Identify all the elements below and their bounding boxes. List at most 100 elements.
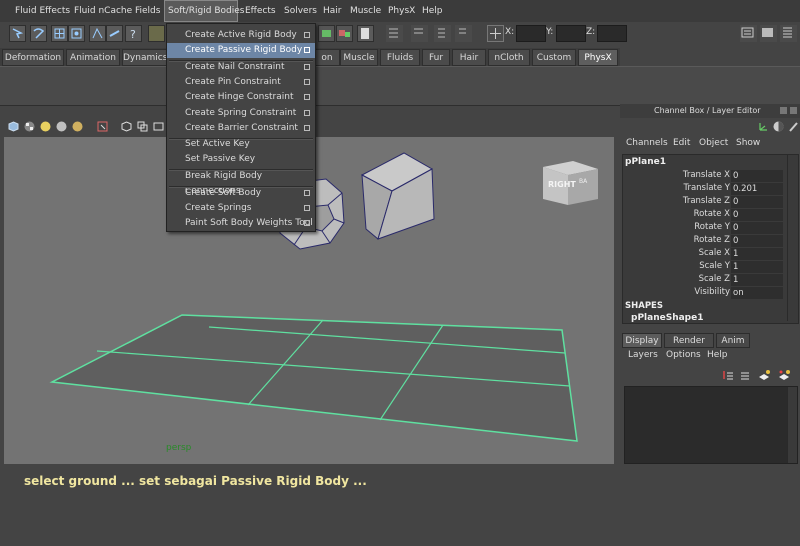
options-menu[interactable]: Options [666, 350, 701, 360]
snap-view-icon[interactable] [106, 25, 123, 42]
attr-rotate-z[interactable]: Rotate Z0 [623, 235, 798, 248]
menu-item-set-passive-key[interactable]: Set Passive Key [167, 152, 315, 167]
menu-item-create-active-rigid-body[interactable]: Create Active Rigid Body [167, 28, 315, 43]
attr-scale-x[interactable]: Scale X1 [623, 248, 798, 261]
ipr-render-icon[interactable] [336, 25, 353, 42]
attr-translate-z[interactable]: Translate Z0 [623, 196, 798, 209]
menu-item-create-soft-body[interactable]: Create Soft Body [167, 186, 315, 201]
attr-rotate-x[interactable]: Rotate X0 [623, 209, 798, 222]
menu-item-create-hinge-constraint[interactable]: Create Hinge Constraint [167, 90, 315, 105]
shelf-tab-animation[interactable]: Animation [66, 49, 120, 66]
attr-translate-y[interactable]: Translate Y 0.201 [623, 183, 798, 196]
new-layer-selected-icon[interactable] [777, 368, 791, 382]
menu-item-create-pin-constraint[interactable]: Create Pin Constraint [167, 75, 315, 90]
menu-item-break-rigid-body-connections[interactable]: Break Rigid Body Connections [167, 169, 315, 196]
lasso-icon[interactable] [30, 25, 47, 42]
menu-fluid-effects[interactable]: Fluid Effects [15, 0, 70, 22]
tab-render[interactable]: Render [664, 333, 714, 348]
input-line-icon[interactable] [386, 25, 403, 42]
tool-settings-icon[interactable] [760, 25, 777, 42]
shaded-sphere-icon[interactable] [55, 120, 68, 133]
shape-name[interactable]: pPlaneShape1 [631, 313, 703, 323]
attr-visibility[interactable]: Visibility on [623, 287, 798, 300]
magnet-icon[interactable] [148, 25, 165, 42]
channels-menu[interactable]: Channels [626, 138, 668, 148]
input-line-icon-2[interactable] [411, 25, 428, 42]
show-menu[interactable]: Show [736, 138, 760, 148]
option-box-icon[interactable] [304, 220, 310, 226]
option-box-icon[interactable] [304, 64, 310, 70]
wireframe-cube-icon[interactable] [7, 120, 20, 133]
backface-icon[interactable] [136, 120, 149, 133]
option-box-icon[interactable] [304, 32, 310, 38]
layers-menu[interactable]: Layers [628, 350, 658, 360]
shelf-tab-fur[interactable]: Fur [422, 49, 450, 66]
shelf-tab-partial[interactable]: on [314, 49, 340, 66]
x-field[interactable] [516, 25, 546, 42]
menu-item-create-nail-constraint[interactable]: Create Nail Constraint [167, 60, 315, 75]
snap-point-icon[interactable] [89, 25, 106, 42]
checker-icon[interactable] [23, 120, 36, 133]
attr-rotate-y[interactable]: Rotate Y0 [623, 222, 798, 235]
xray-icon[interactable] [120, 120, 133, 133]
option-box-icon[interactable] [304, 205, 310, 211]
shelf-tab-custom[interactable]: Custom [532, 49, 576, 66]
input-line-icon-4[interactable] [455, 25, 472, 42]
view-cube[interactable]: RIGHT BA [543, 161, 598, 205]
shading-icon[interactable] [772, 120, 785, 133]
resolution-gate-icon[interactable] [152, 120, 165, 133]
menu-item-create-spring-constraint[interactable]: Create Spring Constraint [167, 106, 315, 121]
z-field[interactable] [597, 25, 627, 42]
tab-display[interactable]: Display [622, 333, 662, 348]
shelf-tab-muscle[interactable]: Muscle [340, 49, 378, 66]
light-icon[interactable] [39, 120, 52, 133]
y-field[interactable] [556, 25, 586, 42]
tab-anim[interactable]: Anim [716, 333, 750, 348]
new-empty-layer-icon[interactable] [757, 368, 771, 382]
attr-scale-z[interactable]: Scale Z1 [623, 274, 798, 287]
channel-box-scrollbar[interactable] [787, 155, 798, 321]
help-menu[interactable]: Help [707, 350, 728, 360]
menu-fluid-ncache[interactable]: Fluid nCache [74, 0, 132, 22]
menu-solvers[interactable]: Solvers [284, 0, 317, 22]
layer-list-scrollbar[interactable] [787, 387, 797, 463]
close-panel-icon[interactable] [790, 107, 797, 114]
menu-hair[interactable]: Hair [323, 0, 341, 22]
layer-list[interactable] [624, 386, 798, 464]
menu-item-create-barrier-constraint[interactable]: Create Barrier Constraint [167, 121, 315, 136]
shelf-tab-fluids[interactable]: Fluids [380, 49, 420, 66]
select-mode-icon[interactable] [9, 25, 26, 42]
option-box-icon[interactable] [304, 47, 310, 53]
move-layer-down-icon[interactable] [738, 368, 752, 382]
attr-translate-x[interactable]: Translate X0 [623, 170, 798, 183]
edit-menu[interactable]: Edit [673, 138, 690, 148]
option-box-icon[interactable] [304, 110, 310, 116]
shelf-tab-ncloth[interactable]: nCloth [488, 49, 530, 66]
attribute-editor-icon[interactable] [740, 25, 757, 42]
axis-icon[interactable] [757, 120, 770, 133]
menu-soft-rigid-bodies[interactable]: Soft/Rigid Bodies [164, 0, 244, 22]
menu-muscle[interactable]: Muscle [350, 0, 381, 22]
shelf-tab-dynamics[interactable]: Dynamics [122, 49, 168, 66]
option-box-icon[interactable] [304, 190, 310, 196]
shelf-tab-deformation[interactable]: Deformation [2, 49, 64, 66]
menu-help[interactable]: Help [422, 0, 443, 22]
input-line-icon-3[interactable] [434, 25, 451, 42]
float-panel-icon[interactable] [780, 107, 787, 114]
menu-effects[interactable]: Effects [245, 0, 276, 22]
snap-grid-icon[interactable] [51, 25, 68, 42]
help-icon[interactable]: ? [125, 25, 142, 42]
menu-item-create-springs[interactable]: Create Springs [167, 201, 315, 216]
shelf-tab-hair[interactable]: Hair [452, 49, 486, 66]
option-box-icon[interactable] [304, 125, 310, 131]
shelf-tab-physx[interactable]: PhysX [578, 49, 618, 66]
channel-box-icon[interactable] [780, 25, 797, 42]
isolate-select-icon[interactable] [96, 120, 109, 133]
option-box-icon[interactable] [304, 79, 310, 85]
attr-scale-y[interactable]: Scale Y1 [623, 261, 798, 274]
render-settings-icon[interactable] [357, 25, 374, 42]
menu-fields[interactable]: Fields [135, 0, 160, 22]
object-menu[interactable]: Object [699, 138, 728, 148]
menu-physx[interactable]: PhysX [388, 0, 415, 22]
move-layer-up-icon[interactable] [721, 368, 735, 382]
